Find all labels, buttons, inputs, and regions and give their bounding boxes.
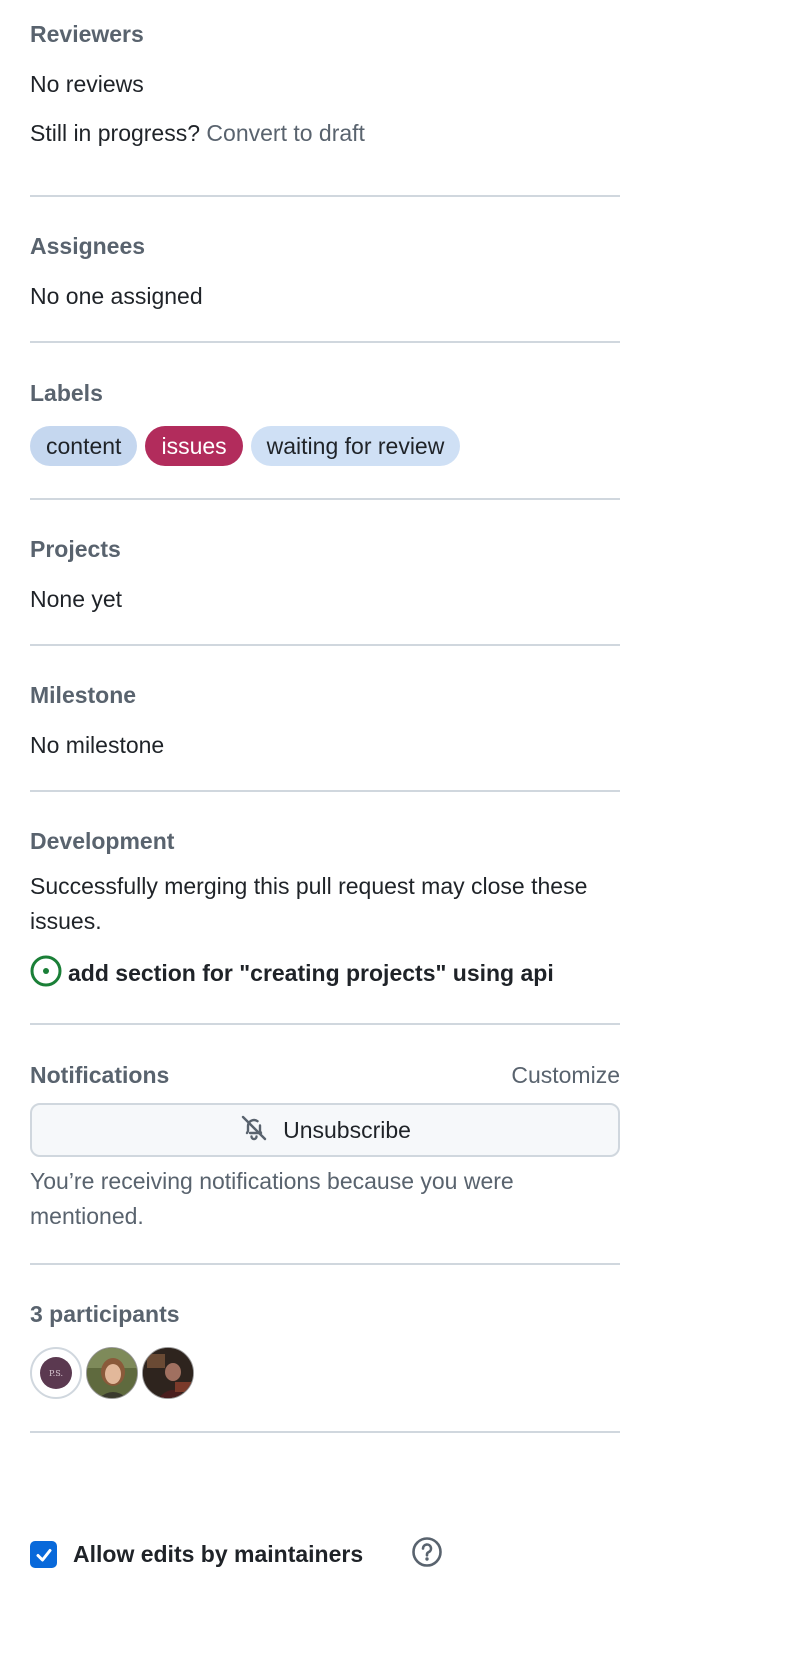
milestone-heading[interactable]: Milestone [30, 681, 136, 709]
notifications-section: Notifications Customize Unsubscribe You’… [30, 1023, 620, 1265]
label-pill[interactable]: issues [145, 426, 243, 466]
participants-section: 3 participants P.S. [30, 1263, 620, 1433]
maintainers-row: Allow edits by maintainers [30, 1536, 620, 1573]
label-pill[interactable]: content [30, 426, 138, 466]
avatar-initials: P.S. [48, 1368, 64, 1378]
avatar-photo [143, 1348, 193, 1398]
labels-section: Labels content issues waiting for review [30, 341, 620, 500]
assignees-value: No one assigned [30, 283, 203, 309]
labels-list: content issues waiting for review [30, 426, 461, 466]
avatar[interactable] [86, 1347, 138, 1399]
avatar-photo [87, 1348, 137, 1398]
customize-link[interactable]: Customize [511, 1062, 620, 1089]
assignees-heading[interactable]: Assignees [30, 232, 145, 260]
assignees-section: Assignees No one assigned [30, 195, 620, 343]
development-section: Development Successfully merging this pu… [30, 790, 620, 1025]
draft-row: Still in progress? Convert to draft [30, 116, 365, 151]
milestone-value: No milestone [30, 732, 165, 758]
milestone-section: Milestone No milestone [30, 644, 620, 792]
development-heading[interactable]: Development [30, 827, 174, 855]
avatar[interactable]: P.S. [30, 1347, 82, 1399]
question-icon[interactable] [411, 1536, 443, 1573]
reviewers-heading[interactable]: Reviewers [30, 20, 144, 48]
labels-heading[interactable]: Labels [30, 379, 103, 407]
draft-prompt: Still in progress? [30, 120, 201, 146]
avatar-mark: P.S. [40, 1357, 72, 1389]
linked-issue[interactable]: add section for "creating projects" usin… [30, 955, 554, 992]
allow-edits-label[interactable]: Allow edits by maintainers [73, 1541, 363, 1568]
notifications-reason: You’re receiving notifications because y… [30, 1168, 514, 1229]
unsubscribe-label: Unsubscribe [283, 1116, 411, 1143]
issue-opened-icon [30, 955, 62, 992]
unsubscribe-button[interactable]: Unsubscribe [30, 1103, 620, 1157]
participants-heading: 3 participants [30, 1301, 180, 1327]
allow-edits-checkbox[interactable] [30, 1541, 57, 1568]
avatar[interactable] [142, 1347, 194, 1399]
projects-heading[interactable]: Projects [30, 535, 121, 563]
linked-issue-title[interactable]: add section for "creating projects" usin… [68, 960, 554, 987]
development-description: Successfully merging this pull request m… [30, 873, 588, 934]
bell-slash-icon [239, 1113, 269, 1148]
projects-section: Projects None yet [30, 498, 620, 646]
reviewers-value: No reviews [30, 71, 144, 97]
check-icon [36, 1548, 51, 1561]
projects-value: None yet [30, 586, 123, 612]
participants-avatars: P.S. [30, 1347, 194, 1399]
convert-to-draft-link[interactable]: Convert to draft [206, 120, 365, 146]
reviewers-section: Reviewers No reviews Still in progress? … [30, 0, 620, 197]
label-pill[interactable]: waiting for review [250, 426, 461, 466]
notifications-header: Notifications Customize [30, 1061, 620, 1089]
notifications-heading: Notifications [30, 1062, 170, 1088]
